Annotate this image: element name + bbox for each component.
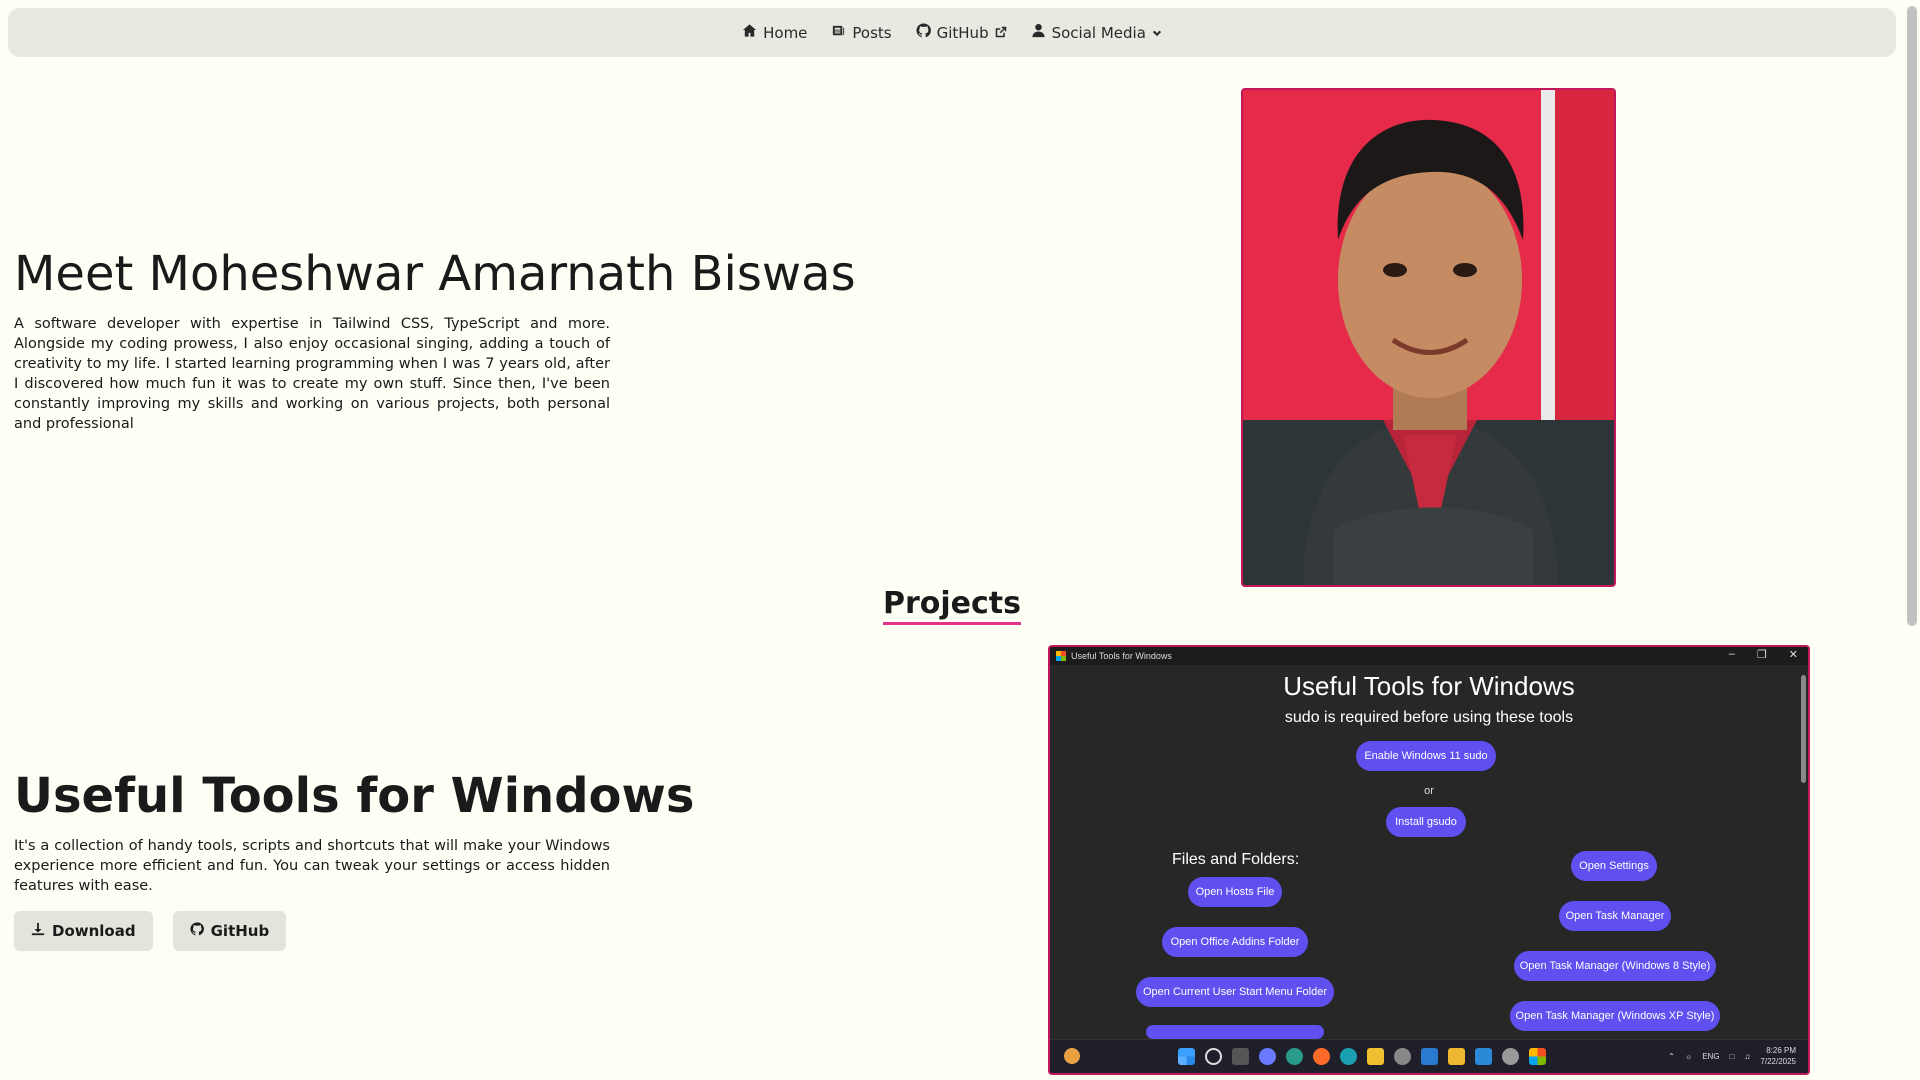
project-title: Useful Tools for Windows <box>14 768 695 824</box>
hero-title: Meet Moheshwar Amarnath Biswas <box>14 246 856 302</box>
app-right-button: Open Task Manager (Windows XP Style) <box>1510 1001 1720 1031</box>
tray-date: 7/22/2025 <box>1760 1057 1796 1066</box>
download-icon <box>31 922 45 940</box>
app-install-gsudo: Install gsudo <box>1386 807 1466 837</box>
volume-icon: ♫ <box>1744 1051 1751 1061</box>
close-icon: ✕ <box>1788 649 1798 661</box>
project-actions: Download GitHub <box>14 911 287 951</box>
nav-social-label: Social Media <box>1051 23 1146 42</box>
tool-icon <box>1421 1048 1438 1065</box>
github-icon <box>916 23 931 42</box>
projects-heading-text: Projects <box>882 586 1021 625</box>
app-or: or <box>1424 785 1434 797</box>
tray-time: 8:26 PM <box>1766 1046 1796 1055</box>
nav-home-label: Home <box>763 23 808 42</box>
github-icon <box>190 922 204 940</box>
app-right-button: Open Settings <box>1571 851 1657 881</box>
app-left-button: Open Hosts File <box>1188 877 1282 907</box>
chevron-down-icon <box>1152 24 1162 42</box>
copilot-icon <box>1259 1048 1276 1065</box>
github-button[interactable]: GitHub <box>172 911 287 951</box>
tray-clock: 8:26 PM 7/22/2025 <box>1760 1045 1796 1067</box>
restore-icon: ❐ <box>1756 649 1767 661</box>
system-tray: ⌃ ☼ ENG □ ♫ 8:26 PM 7/22/2025 <box>1668 1045 1796 1067</box>
tray-lang: ENG <box>1702 1051 1720 1061</box>
firefox-icon <box>1313 1048 1330 1065</box>
external-link-icon <box>995 24 1007 42</box>
nav-github-label: GitHub <box>936 23 989 42</box>
store-icon <box>1367 1048 1384 1065</box>
nav-home[interactable]: Home <box>742 23 807 42</box>
chevron-up-icon: ⌃ <box>1668 1051 1675 1061</box>
app-body: Useful Tools for Windows sudo is require… <box>1050 665 1808 1057</box>
newspaper-icon <box>831 23 846 42</box>
home-icon <box>742 23 757 42</box>
user-icon <box>1031 23 1046 42</box>
app-enable-sudo: Enable Windows 11 sudo <box>1356 741 1496 771</box>
hero-description: A software developer with expertise in T… <box>14 316 610 432</box>
app-window-title: Useful Tools for Windows <box>1071 651 1172 661</box>
app-left-button: Open Current User Start Menu Folder <box>1136 977 1334 1007</box>
project-description: It's a collection of handy tools, script… <box>14 838 610 894</box>
settings-icon <box>1502 1048 1519 1065</box>
widgets-icon <box>1064 1048 1080 1064</box>
vscode-icon <box>1475 1048 1492 1065</box>
brightness-icon: ☼ <box>1684 1051 1693 1061</box>
project-screenshot: Useful Tools for Windows – ❐ ✕ Useful To… <box>1048 645 1810 1075</box>
network-icon: □ <box>1729 1051 1735 1061</box>
nav-posts-label: Posts <box>852 23 892 42</box>
nav-social-media[interactable]: Social Media <box>1031 23 1162 42</box>
profile-photo <box>1241 88 1616 587</box>
app-left-button-cutoff <box>1146 1025 1324 1039</box>
start-icon <box>1178 1048 1195 1065</box>
task-view-icon <box>1232 1048 1249 1065</box>
download-button[interactable]: Download <box>14 911 153 951</box>
taskbar-icons <box>1178 1048 1546 1065</box>
download-label: Download <box>52 922 136 940</box>
edge-dev-icon <box>1340 1048 1357 1065</box>
nav-github[interactable]: GitHub <box>916 23 1007 42</box>
app-icon <box>1394 1048 1411 1065</box>
page-scrollbar[interactable] <box>1904 0 1920 1080</box>
windows-logo-icon <box>1056 651 1066 661</box>
useful-tools-icon <box>1529 1048 1546 1065</box>
app-right-button: Open Task Manager (Windows 8 Style) <box>1514 951 1716 981</box>
github-label: GitHub <box>210 922 270 940</box>
portrait-illustration <box>1243 90 1614 585</box>
window-controls: – ❐ ✕ <box>1729 648 1798 661</box>
app-titlebar: Useful Tools for Windows – ❐ ✕ <box>1050 647 1808 665</box>
scrollbar-thumb[interactable] <box>1907 6 1917 626</box>
app-subtitle: sudo is required before using these tool… <box>1284 709 1574 726</box>
minimize-icon: – <box>1728 648 1735 660</box>
app-left-button: Open Office Addins Folder <box>1162 927 1308 957</box>
nav-posts[interactable]: Posts <box>831 23 892 42</box>
app-right-button: Open Task Manager <box>1559 901 1671 931</box>
edge-icon <box>1286 1048 1303 1065</box>
app-files-section: Files and Folders: <box>1172 851 1300 868</box>
navbar: Home Posts GitHub Social Media <box>8 8 1896 57</box>
app-title: Useful Tools for Windows <box>1283 671 1575 701</box>
app-scrollbar <box>1801 675 1806 783</box>
search-icon <box>1205 1048 1222 1065</box>
folder-icon <box>1448 1048 1465 1065</box>
projects-heading: Projects <box>0 586 1904 625</box>
taskbar: ⌃ ☼ ENG □ ♫ 8:26 PM 7/22/2025 <box>1050 1039 1808 1073</box>
